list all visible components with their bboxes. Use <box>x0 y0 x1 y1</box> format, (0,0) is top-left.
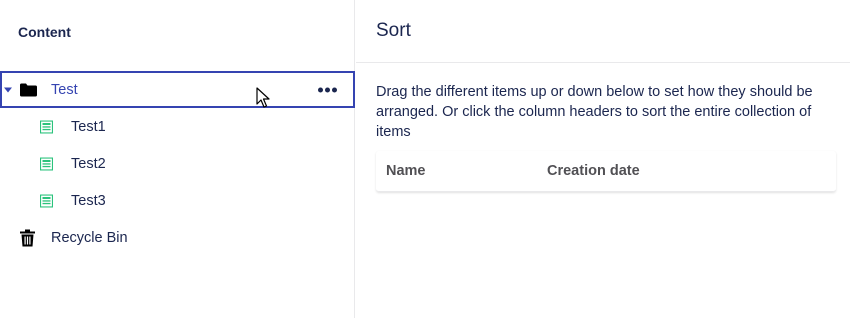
content-tree-sidebar: Content Test Test1 Test2 Test3 Recycle B… <box>0 0 355 318</box>
panel-header: Sort <box>356 0 850 63</box>
tree-item-recycle-bin[interactable]: Recycle Bin <box>0 219 355 256</box>
tree-item-test2[interactable]: Test2 <box>0 145 355 182</box>
document-icon <box>40 157 53 170</box>
tree-item-label: Recycle Bin <box>51 229 128 246</box>
sidebar-header: Content <box>18 24 71 40</box>
mouse-cursor-icon <box>256 87 270 108</box>
column-header-name[interactable]: Name <box>386 163 426 179</box>
content-tree: Test Test1 Test2 Test3 Recycle Bin <box>0 71 355 256</box>
sort-instructions: Drag the different items up or down belo… <box>376 84 813 140</box>
caret-down-icon[interactable] <box>4 87 12 92</box>
more-horizontal-icon[interactable] <box>318 87 337 92</box>
tree-item-test1[interactable]: Test1 <box>0 108 355 145</box>
tree-item-test[interactable]: Test <box>0 71 355 108</box>
panel-title: Sort <box>376 20 411 41</box>
tree-item-test3[interactable]: Test3 <box>0 182 355 219</box>
document-icon <box>40 194 53 207</box>
tree-item-label: Test <box>51 81 78 98</box>
folder-icon <box>20 83 37 96</box>
sort-panel: Sort Drag the different items up or down… <box>356 0 850 318</box>
tree-item-label: Test3 <box>71 192 106 209</box>
tree-item-label: Test2 <box>71 155 106 172</box>
column-header-creation-date[interactable]: Creation date <box>547 163 640 179</box>
tree-item-label: Test1 <box>71 118 106 135</box>
sort-table: Name Creation date <box>376 151 836 192</box>
document-icon <box>40 120 53 133</box>
trash-icon <box>20 229 35 246</box>
